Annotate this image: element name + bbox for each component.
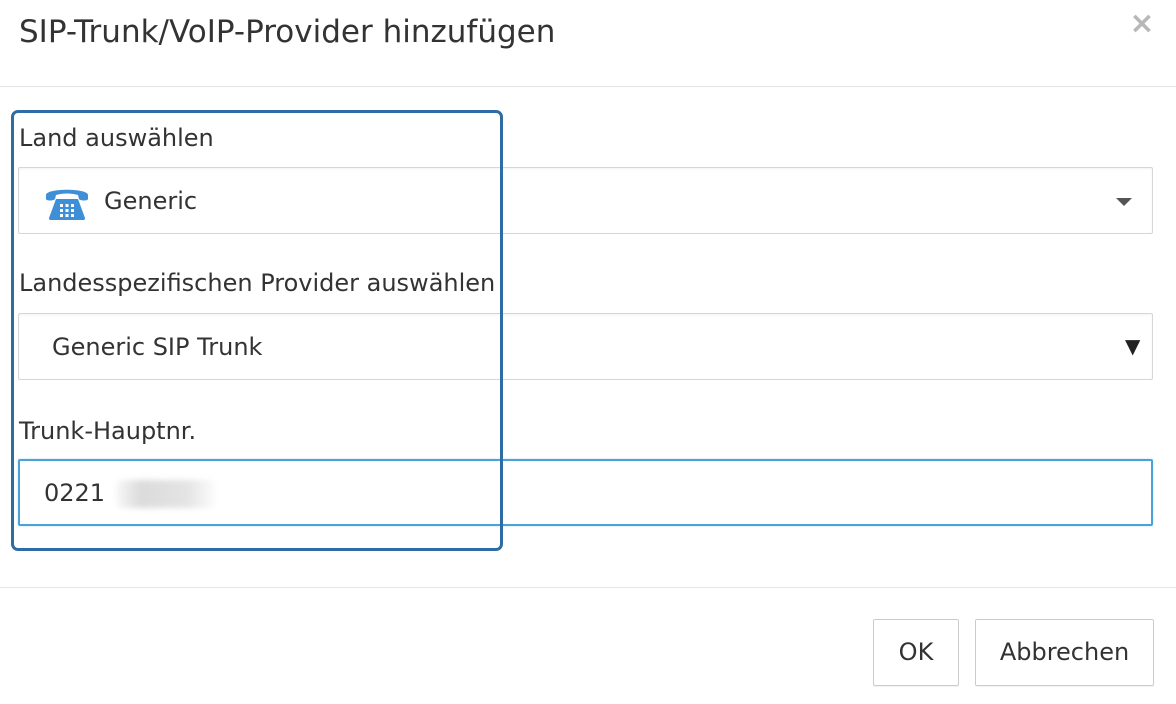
telephone-icon bbox=[46, 189, 88, 220]
trunk-number-label: Trunk-Hauptnr. bbox=[19, 417, 197, 445]
dialog-header: SIP-Trunk/VoIP-Provider hinzufügen × bbox=[0, 0, 1176, 87]
country-label: Land auswählen bbox=[19, 124, 214, 152]
trunk-number-input[interactable]: 0221 bbox=[18, 459, 1153, 526]
country-value: Generic bbox=[104, 187, 198, 215]
chevron-down-icon bbox=[1116, 198, 1132, 206]
country-select[interactable]: Generic bbox=[18, 167, 1153, 234]
provider-value: Generic SIP Trunk bbox=[52, 333, 263, 361]
add-sip-trunk-dialog: SIP-Trunk/VoIP-Provider hinzufügen × Lan… bbox=[0, 0, 1176, 704]
dropdown-arrow-icon: ▼ bbox=[1125, 334, 1141, 358]
redacted-number-blur bbox=[116, 480, 216, 508]
ok-button[interactable]: OK bbox=[873, 619, 959, 686]
cancel-button[interactable]: Abbrechen bbox=[975, 619, 1154, 686]
close-icon[interactable]: × bbox=[1126, 4, 1158, 44]
dialog-title: SIP-Trunk/VoIP-Provider hinzufügen bbox=[19, 14, 556, 50]
trunk-number-value: 0221 bbox=[44, 479, 106, 507]
provider-select[interactable]: Generic SIP Trunk ▼ bbox=[18, 313, 1153, 380]
provider-label: Landesspezifischen Provider auswählen bbox=[19, 269, 496, 297]
footer-divider bbox=[0, 587, 1176, 588]
